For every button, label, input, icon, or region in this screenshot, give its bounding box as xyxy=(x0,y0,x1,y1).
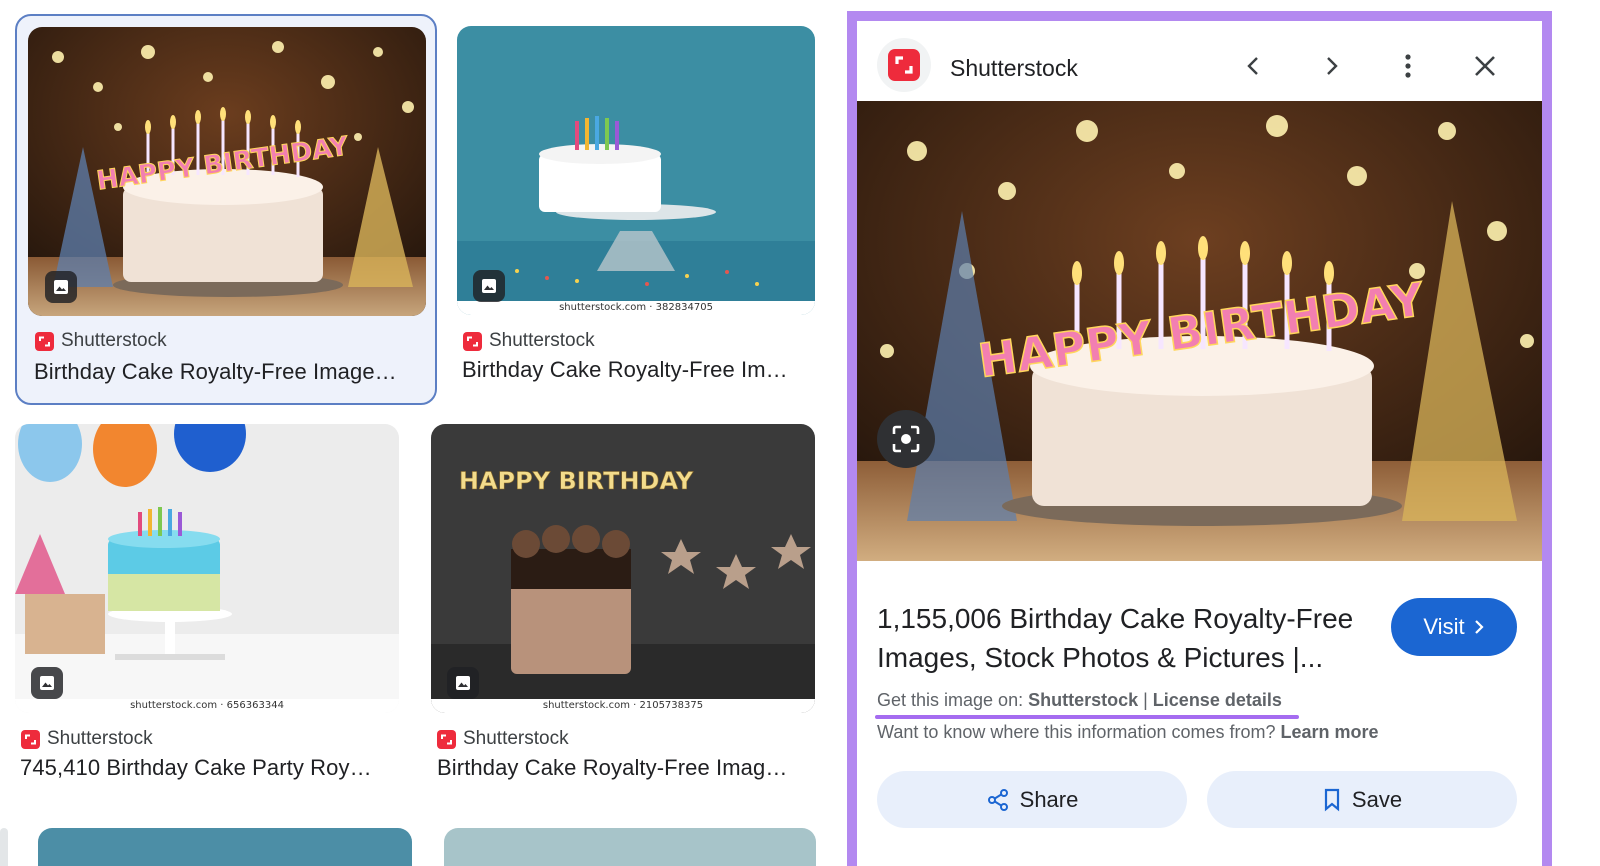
result-card-2[interactable]: shutterstock.com · 382834705 Shutterstoc… xyxy=(457,26,817,391)
result-source-2[interactable]: Shutterstock xyxy=(463,330,595,352)
license-details-link[interactable]: License details xyxy=(1153,690,1282,710)
result-thumbnail-1[interactable]: HAPPY BIRTHDAY xyxy=(28,27,426,316)
get-image-source-link[interactable]: Shutterstock xyxy=(1028,690,1138,710)
result-source-name: Shutterstock xyxy=(489,330,595,351)
image-type-badge xyxy=(45,271,77,303)
shutterstock-favicon-icon xyxy=(35,331,54,351)
result-source-3[interactable]: Shutterstock xyxy=(21,728,153,750)
result-title-3[interactable]: 745,410 Birthday Cake Party Roy… xyxy=(20,755,395,781)
learn-more-link[interactable]: Learn more xyxy=(1281,722,1379,742)
highlight-underline xyxy=(875,715,1299,719)
result-source-name: Shutterstock xyxy=(463,728,569,749)
chevron-right-icon[interactable] xyxy=(1310,45,1352,87)
image-type-badge xyxy=(31,667,63,699)
shutterstock-logo-icon xyxy=(888,49,920,81)
image-preview-panel: Shutterstock HAPPY BIRTHDAY 1,155,006 Bi… xyxy=(847,11,1552,866)
result-thumbnail-2[interactable]: shutterstock.com · 382834705 xyxy=(457,26,815,315)
save-label: Save xyxy=(1351,786,1403,812)
result-card-1[interactable]: HAPPY BIRTHDAY Shutterstock Birthday Cak… xyxy=(15,14,437,405)
visit-label: Visit xyxy=(1423,614,1465,639)
chevron-left-icon[interactable] xyxy=(1233,45,1275,87)
source-avatar[interactable] xyxy=(877,38,931,92)
result-source-name: Shutterstock xyxy=(47,728,153,749)
more-vert-icon[interactable] xyxy=(1387,45,1429,87)
info-line: Want to know where this information come… xyxy=(877,722,1379,743)
result-source-4[interactable]: Shutterstock xyxy=(437,728,569,750)
share-label: Share xyxy=(1019,786,1079,812)
result-title-4[interactable]: Birthday Cake Royalty-Free Imag… xyxy=(437,755,812,781)
shutterstock-favicon-icon xyxy=(21,729,40,749)
result-card-4[interactable]: HAPPY BIRTHDAY shutterstock.com · 210573… xyxy=(431,424,831,789)
shutterstock-favicon-icon xyxy=(437,729,456,749)
get-image-line: Get this image on: Shutterstock | Licens… xyxy=(877,690,1282,711)
separator: | xyxy=(1138,690,1153,710)
thumb-watermark: shutterstock.com · 382834705 xyxy=(559,302,713,313)
result-card-3[interactable]: shutterstock.com · 656363344 Shutterstoc… xyxy=(15,424,415,789)
bookmark-icon xyxy=(1324,788,1340,811)
visit-button[interactable]: Visit xyxy=(1391,598,1517,656)
result-thumbnail-4[interactable]: HAPPY BIRTHDAY shutterstock.com · 210573… xyxy=(431,424,815,713)
result-thumbnail-peek[interactable] xyxy=(38,828,412,866)
result-thumbnail-3[interactable]: shutterstock.com · 656363344 xyxy=(15,424,399,713)
get-image-prefix: Get this image on: xyxy=(877,690,1029,710)
save-button[interactable]: Save xyxy=(1207,771,1517,828)
share-button[interactable]: Share xyxy=(877,771,1187,828)
panel-source-name[interactable]: Shutterstock xyxy=(950,55,1078,82)
panel-header: Shutterstock xyxy=(857,21,1542,101)
image-type-badge xyxy=(473,270,505,302)
preview-image[interactable]: HAPPY BIRTHDAY xyxy=(857,101,1542,561)
thumb-lettering: HAPPY BIRTHDAY xyxy=(459,467,694,495)
result-thumbnail-peek[interactable] xyxy=(0,828,8,866)
result-source-1[interactable]: Shutterstock xyxy=(35,330,167,352)
result-title-2[interactable]: Birthday Cake Royalty-Free Im… xyxy=(462,357,807,383)
google-lens-icon[interactable] xyxy=(877,410,935,468)
chevron-right-icon xyxy=(1474,620,1484,634)
thumb-watermark: shutterstock.com · 2105738375 xyxy=(542,700,704,711)
thumb-watermark: shutterstock.com · 656363344 xyxy=(130,700,284,711)
image-type-badge xyxy=(447,667,479,699)
close-icon[interactable] xyxy=(1464,45,1506,87)
info-question: Want to know where this information come… xyxy=(877,722,1281,742)
result-source-name: Shutterstock xyxy=(61,330,167,351)
result-thumbnail-peek[interactable] xyxy=(444,828,816,866)
shutterstock-favicon-icon xyxy=(463,331,482,351)
result-title-1[interactable]: Birthday Cake Royalty-Free Image… xyxy=(34,359,414,385)
share-icon xyxy=(987,788,1008,811)
preview-title[interactable]: 1,155,006 Birthday Cake Royalty-Free Ima… xyxy=(877,599,1377,677)
